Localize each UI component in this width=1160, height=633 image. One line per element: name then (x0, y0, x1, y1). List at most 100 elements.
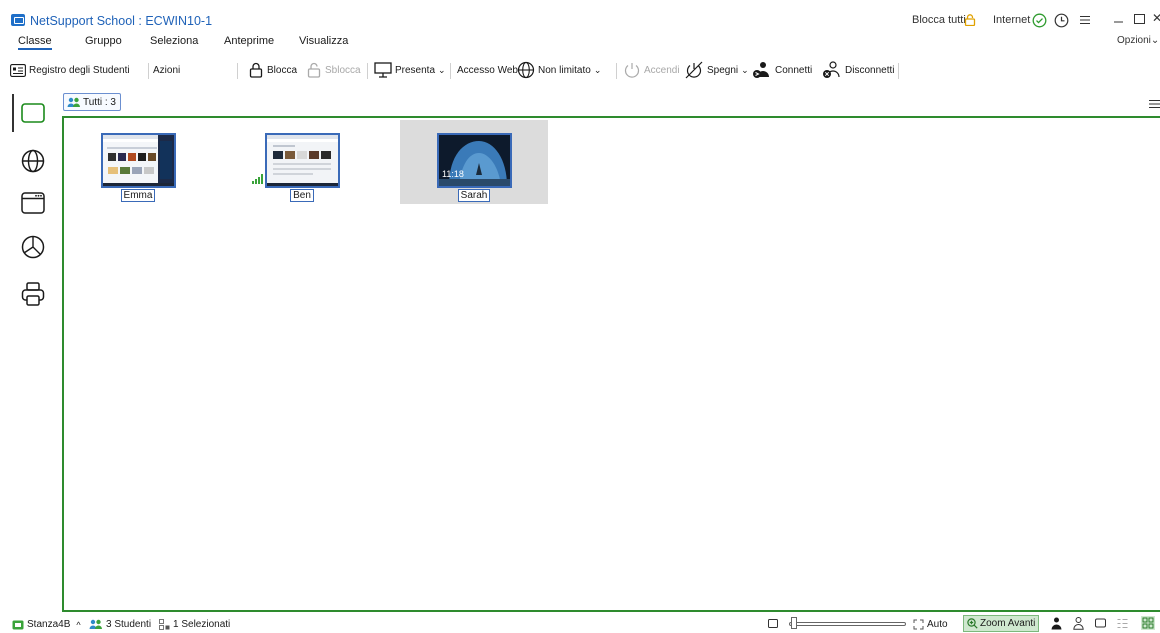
signal-strength-icon (252, 174, 263, 184)
presenta-button[interactable]: Presenta ⌄ (374, 61, 446, 79)
separator (898, 63, 899, 79)
chevron-down-icon: ⌄ (741, 64, 749, 75)
connetti-button[interactable]: Connetti (752, 61, 812, 79)
disconnetti-button[interactable]: Disconnetti (822, 61, 894, 79)
active-indicator (12, 94, 14, 132)
menu-gruppo[interactable]: Gruppo (85, 35, 122, 47)
non-limitato-label: Non limitato (538, 64, 591, 76)
maximize-icon[interactable] (1134, 14, 1145, 24)
register-icon (10, 63, 26, 77)
menu-visualizza[interactable]: Visualizza (299, 35, 348, 47)
netsupport-logo-icon (11, 14, 25, 26)
separator (367, 63, 368, 79)
sblocca-label: Sblocca (325, 64, 361, 76)
student-tile-sarah[interactable]: 11:18 Sarah (400, 120, 548, 204)
connect-user-icon (753, 62, 769, 78)
disconnetti-label: Disconnetti (845, 64, 895, 76)
spegni-label: Spegni (707, 64, 739, 76)
view-options-icon[interactable] (1149, 99, 1160, 109)
student-name: Ben (228, 189, 376, 202)
menu-anteprime[interactable]: Anteprime (224, 35, 274, 47)
separator (450, 63, 451, 79)
student-tile-emma[interactable]: Emma (64, 120, 212, 204)
power-on-icon (624, 63, 640, 78)
title-bar: NetSupport School : ECWIN10-1 Blocca tut… (0, 0, 1160, 32)
thumbnail-view-icon[interactable] (1095, 618, 1106, 629)
single-user-icon[interactable] (1051, 617, 1062, 630)
student-screen-thumbnail[interactable] (101, 133, 176, 188)
power-off-icon (685, 61, 703, 79)
zoom-slider-track[interactable] (789, 622, 906, 626)
separator (148, 63, 149, 79)
separator (616, 63, 617, 79)
presenter-screen-icon (374, 62, 392, 78)
internet-label[interactable]: Internet (993, 14, 1030, 26)
azioni-label: Azioni (153, 64, 181, 76)
student-tile-ben[interactable]: Ben (228, 120, 376, 204)
tab-tutti-label: Tutti : 3 (83, 96, 116, 108)
room-label: Stanza4B (27, 619, 71, 630)
non-limitato-button[interactable]: Non limitato ⌄ (517, 61, 601, 79)
ben-desktop-preview (267, 135, 338, 186)
connetti-label: Connetti (775, 64, 813, 76)
accendi-label: Accendi (644, 64, 680, 76)
blocca-tutti-label[interactable]: Blocca tutti (912, 14, 966, 26)
window-title: NetSupport School : ECWIN10-1 (30, 14, 213, 28)
selected-count-label: 1 Selezionati (173, 619, 231, 630)
opzioni-menu[interactable]: Opzioni⌄ (1117, 35, 1159, 46)
auto-zoom-button[interactable]: Auto (913, 619, 948, 630)
lockscreen-clock: 11:18 (442, 169, 464, 179)
separator (237, 63, 238, 79)
registro-label: Registro degli Studenti (29, 64, 130, 76)
zoom-out-small-icon[interactable] (768, 619, 778, 628)
sblocca-button[interactable]: Sblocca (307, 61, 361, 79)
menu-seleziona[interactable]: Seleziona (150, 35, 198, 47)
student-count-label: 3 Studenti (106, 619, 152, 630)
zoom-in-icon (967, 618, 978, 629)
menu-classe[interactable]: Classe (18, 35, 52, 50)
student-name-label: Ben (290, 189, 314, 202)
auto-label: Auto (927, 619, 948, 630)
users-group-icon (67, 97, 80, 107)
accesso-web-label: Accesso Web (457, 64, 518, 76)
blocca-label: Blocca (267, 64, 298, 76)
tab-tutti[interactable]: Tutti : 3 (63, 93, 121, 111)
menu-bar: Classe Gruppo Seleziona Anteprime Visual… (0, 34, 1160, 52)
unlock-icon (307, 62, 321, 78)
room-selector[interactable]: Stanza4B ^ (12, 619, 81, 630)
zoom-avanti-button[interactable]: Zoom Avanti (963, 615, 1039, 632)
auto-fit-icon (913, 619, 924, 630)
accendi-button[interactable]: Accendi (623, 61, 680, 79)
screens-view-icon[interactable] (20, 101, 46, 127)
student-screen-thumbnail[interactable] (265, 133, 340, 188)
internet-check-icon[interactable] (1032, 13, 1047, 28)
chevron-up-icon: ^ (76, 619, 81, 630)
globe-icon (517, 61, 535, 79)
spegni-button[interactable]: Spegni ⌄ (684, 61, 749, 79)
left-sidebar (0, 88, 60, 608)
opzioni-label: Opzioni (1117, 35, 1151, 46)
grid-view-icon[interactable] (1141, 616, 1155, 630)
accesso-web-button[interactable]: Accesso Web (457, 61, 518, 79)
emma-desktop-preview (103, 135, 174, 186)
chevron-down-icon: ⌄ (593, 64, 602, 75)
azioni-button[interactable]: Azioni (153, 61, 180, 79)
student-screen-thumbnail[interactable]: 11:18 (437, 133, 512, 188)
users-group-icon (89, 619, 102, 629)
toolbar: Registro degli Studenti Azioni Blocca Sb… (0, 57, 1160, 134)
globe-view-icon[interactable] (20, 148, 46, 174)
close-icon[interactable]: ✕ (1152, 11, 1160, 25)
applications-view-icon[interactable] (20, 190, 46, 216)
disconnect-user-icon (823, 61, 840, 78)
printer-icon[interactable] (20, 281, 46, 307)
lock-all-icon[interactable] (964, 14, 976, 26)
zoom-slider-handle[interactable] (791, 617, 797, 629)
minimize-icon[interactable] (1113, 12, 1125, 24)
clock-icon[interactable] (1054, 13, 1069, 28)
list-view-icon[interactable] (1117, 618, 1128, 629)
user-outline-icon[interactable] (1073, 617, 1084, 630)
hamburger-menu-icon[interactable] (1078, 13, 1092, 27)
blocca-button[interactable]: Blocca (249, 61, 297, 79)
statistics-pie-icon[interactable] (20, 234, 46, 260)
registro-studenti-button[interactable]: Registro degli Studenti (10, 61, 130, 79)
